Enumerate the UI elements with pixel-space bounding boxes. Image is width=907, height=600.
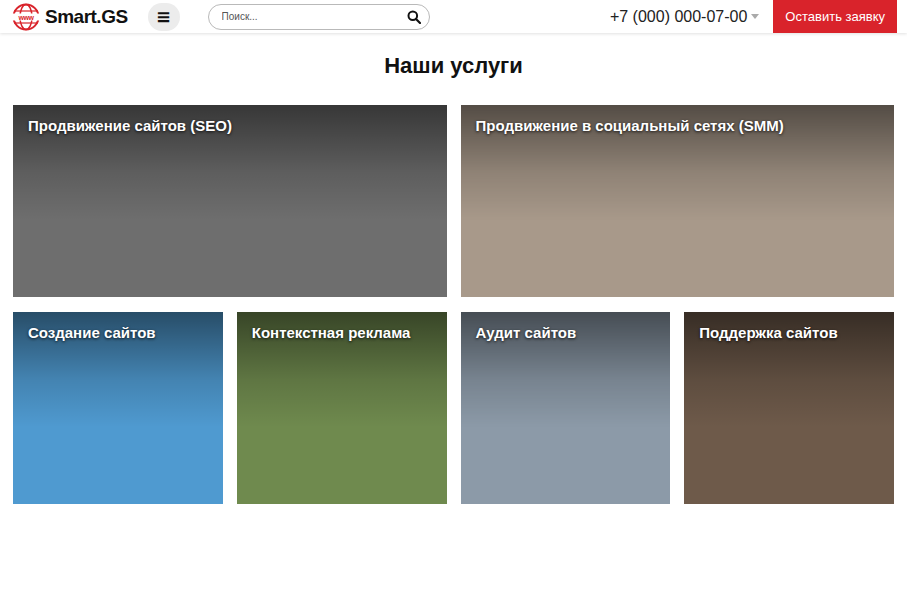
search-input[interactable] (220, 10, 407, 23)
search-icon[interactable] (407, 10, 421, 24)
phone[interactable]: +7 (000) 000-07-00 (610, 8, 759, 26)
service-title[interactable]: Создание сайтов (28, 324, 156, 341)
cta-button[interactable]: Оставить заявку (773, 0, 897, 33)
service-title[interactable]: Продвижение в социальный сетях (SMM) (476, 117, 784, 134)
service-card[interactable]: Контекстная реклама (237, 312, 447, 504)
logo-text[interactable]: Smart.GS (45, 6, 128, 28)
services-top-row: Продвижение сайтов (SEO) Продвижение в со… (13, 105, 894, 297)
service-card[interactable]: Поддержка сайтов (684, 312, 894, 504)
svg-text:www: www (18, 13, 35, 20)
service-card[interactable]: Продвижение сайтов (SEO) (13, 105, 447, 297)
service-title[interactable]: Поддержка сайтов (699, 324, 837, 341)
section-title: Наши услуги (13, 53, 894, 79)
service-title[interactable]: Аудит сайтов (476, 324, 577, 341)
service-title[interactable]: Контекстная реклама (252, 324, 411, 341)
services-section: Наши услугиПродвижение сайтов (SEO)Продв… (0, 33, 907, 504)
service-card[interactable]: Продвижение в социальный сетях (SMM) (461, 105, 895, 297)
service-card[interactable]: Аудит сайтов (461, 312, 671, 504)
caret-icon[interactable] (751, 14, 759, 19)
service-title[interactable]: Продвижение сайтов (SEO) (28, 117, 232, 134)
globe-icon: www (10, 3, 42, 31)
logo[interactable]: www Smart.GS (10, 3, 128, 31)
search-box (208, 4, 430, 30)
service-card[interactable]: Создание сайтов (13, 312, 223, 504)
menu-button[interactable]: ≡ (148, 3, 180, 31)
services-bottom-row: Создание сайтов Контекстная реклама Аудит … (13, 312, 894, 504)
header: www Smart.GS ≡ +7 (000) 000-07-00 Оставить з… (0, 0, 907, 33)
